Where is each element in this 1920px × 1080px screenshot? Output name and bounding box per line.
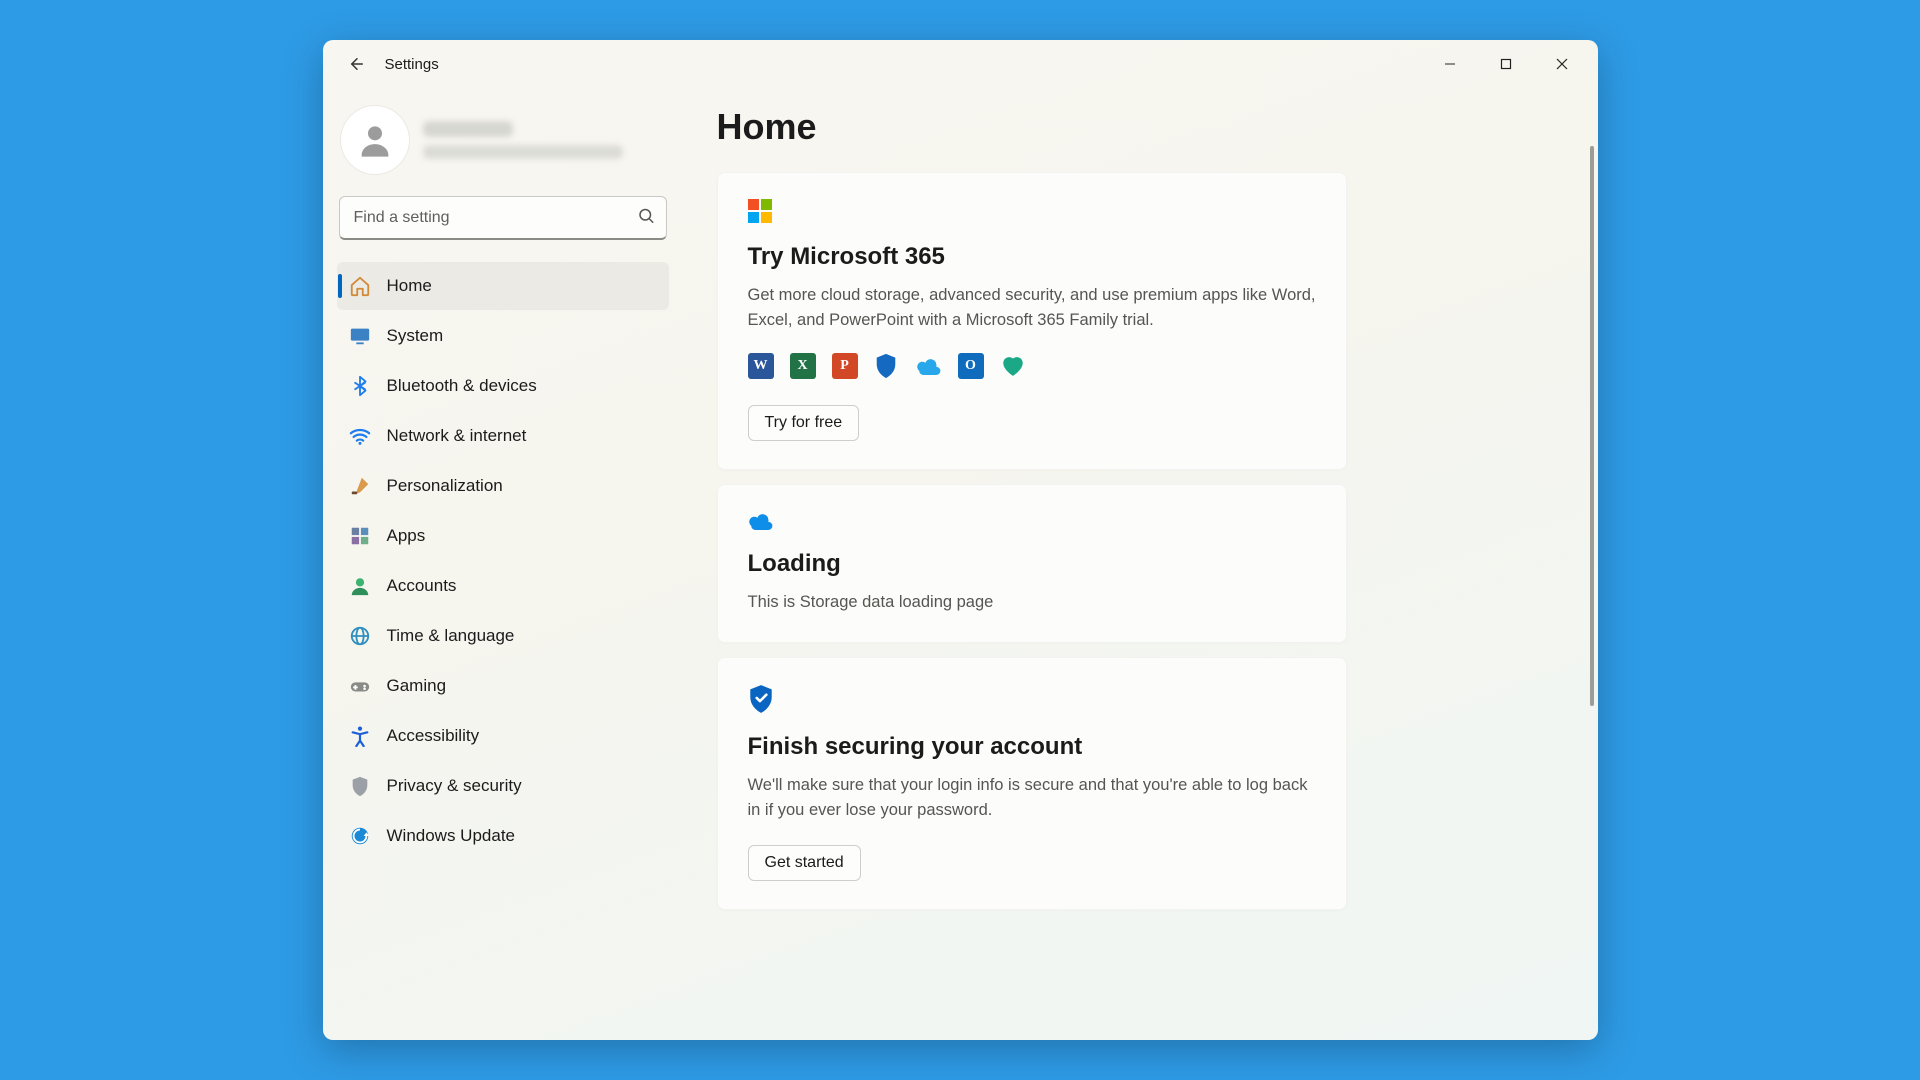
gamepad-icon: [349, 675, 371, 697]
word-icon: W: [748, 353, 774, 379]
sidebar-item-update[interactable]: Windows Update: [337, 812, 669, 860]
search-icon: [637, 207, 655, 230]
settings-window: Settings: [323, 40, 1598, 1040]
sidebar-item-bluetooth[interactable]: Bluetooth & devices: [337, 362, 669, 410]
onedrive-cloud-icon: [748, 511, 1316, 536]
card-storage-title: Loading: [748, 550, 1316, 578]
scrollbar[interactable]: [1590, 146, 1594, 846]
back-button[interactable]: [341, 48, 373, 80]
sidebar-item-apps[interactable]: Apps: [337, 512, 669, 560]
m365-app-row: WXP O: [748, 353, 1316, 379]
sidebar-item-system[interactable]: System: [337, 312, 669, 360]
maximize-icon: [1500, 58, 1512, 70]
shield-icon: [349, 775, 371, 797]
microsoft-logo-icon: [748, 199, 774, 225]
sidebar-item-label: Accessibility: [387, 726, 480, 746]
sidebar-item-brush[interactable]: Personalization: [337, 462, 669, 510]
content-area: Home Try Microsoft 365 Get more cloud st…: [683, 88, 1598, 1040]
sidebar-item-label: Time & language: [387, 626, 515, 646]
get-started-button[interactable]: Get started: [748, 845, 861, 881]
defender-icon: [874, 353, 900, 379]
maximize-button[interactable]: [1478, 44, 1534, 84]
sidebar-item-globe[interactable]: Time & language: [337, 612, 669, 660]
sidebar-item-home[interactable]: Home: [337, 262, 669, 310]
bluetooth-icon: [349, 375, 371, 397]
outlook-icon: O: [958, 353, 984, 379]
brush-icon: [349, 475, 371, 497]
sidebar-item-label: Gaming: [387, 676, 447, 696]
wifi-icon: [349, 425, 371, 447]
sidebar-item-label: Windows Update: [387, 826, 516, 846]
page-title: Home: [717, 106, 1564, 148]
close-button[interactable]: [1534, 44, 1590, 84]
sidebar-item-label: Network & internet: [387, 426, 527, 446]
card-storage-desc: This is Storage data loading page: [748, 590, 1316, 615]
minimize-button[interactable]: [1422, 44, 1478, 84]
card-m365-title: Try Microsoft 365: [748, 243, 1316, 271]
sidebar-item-label: Apps: [387, 526, 426, 546]
sidebar-item-label: Bluetooth & devices: [387, 376, 537, 396]
cards-column: Try Microsoft 365 Get more cloud storage…: [717, 172, 1347, 910]
profile-text: [423, 121, 623, 159]
avatar: [341, 106, 409, 174]
shield-check-icon: [748, 684, 1316, 719]
scrollbar-thumb[interactable]: [1590, 146, 1594, 706]
profile-block[interactable]: [337, 100, 669, 196]
card-m365: Try Microsoft 365 Get more cloud storage…: [717, 172, 1347, 470]
titlebar: Settings: [323, 40, 1598, 88]
family-icon: [1000, 353, 1026, 379]
search-input[interactable]: [339, 196, 667, 240]
nav-list: Home System Bluetooth & devices Network & i…: [337, 262, 669, 860]
card-storage: Loading This is Storage data loading pag…: [717, 484, 1347, 644]
home-icon: [349, 275, 371, 297]
excel-icon: X: [790, 353, 816, 379]
sidebar-item-shield[interactable]: Privacy & security: [337, 762, 669, 810]
window-controls: [1422, 44, 1590, 84]
card-security: Finish securing your account We'll make …: [717, 657, 1347, 910]
search-wrap: [339, 196, 667, 240]
profile-name-blurred: [423, 121, 513, 137]
card-security-title: Finish securing your account: [748, 733, 1316, 761]
update-icon: [349, 825, 371, 847]
close-icon: [1556, 58, 1568, 70]
sidebar-item-accessibility[interactable]: Accessibility: [337, 712, 669, 760]
globe-icon: [349, 625, 371, 647]
sidebar-item-label: Personalization: [387, 476, 503, 496]
profile-email-blurred: [423, 145, 623, 159]
system-icon: [349, 325, 371, 347]
accessibility-icon: [349, 725, 371, 747]
card-m365-desc: Get more cloud storage, advanced securit…: [748, 283, 1316, 333]
sidebar: Home System Bluetooth & devices Network & i…: [323, 88, 683, 1040]
person-icon: [349, 575, 371, 597]
window-title: Settings: [385, 56, 439, 73]
try-for-free-button[interactable]: Try for free: [748, 405, 860, 441]
sidebar-item-label: Privacy & security: [387, 776, 522, 796]
person-icon: [355, 120, 395, 160]
apps-icon: [349, 525, 371, 547]
sidebar-item-person[interactable]: Accounts: [337, 562, 669, 610]
minimize-icon: [1444, 58, 1456, 70]
card-security-desc: We'll make sure that your login info is …: [748, 773, 1316, 823]
powerpoint-icon: P: [832, 353, 858, 379]
onedrive-icon: [916, 353, 942, 379]
sidebar-item-wifi[interactable]: Network & internet: [337, 412, 669, 460]
sidebar-item-label: Home: [387, 276, 432, 296]
sidebar-item-gamepad[interactable]: Gaming: [337, 662, 669, 710]
sidebar-item-label: Accounts: [387, 576, 457, 596]
sidebar-item-label: System: [387, 326, 444, 346]
arrow-left-icon: [348, 55, 366, 73]
